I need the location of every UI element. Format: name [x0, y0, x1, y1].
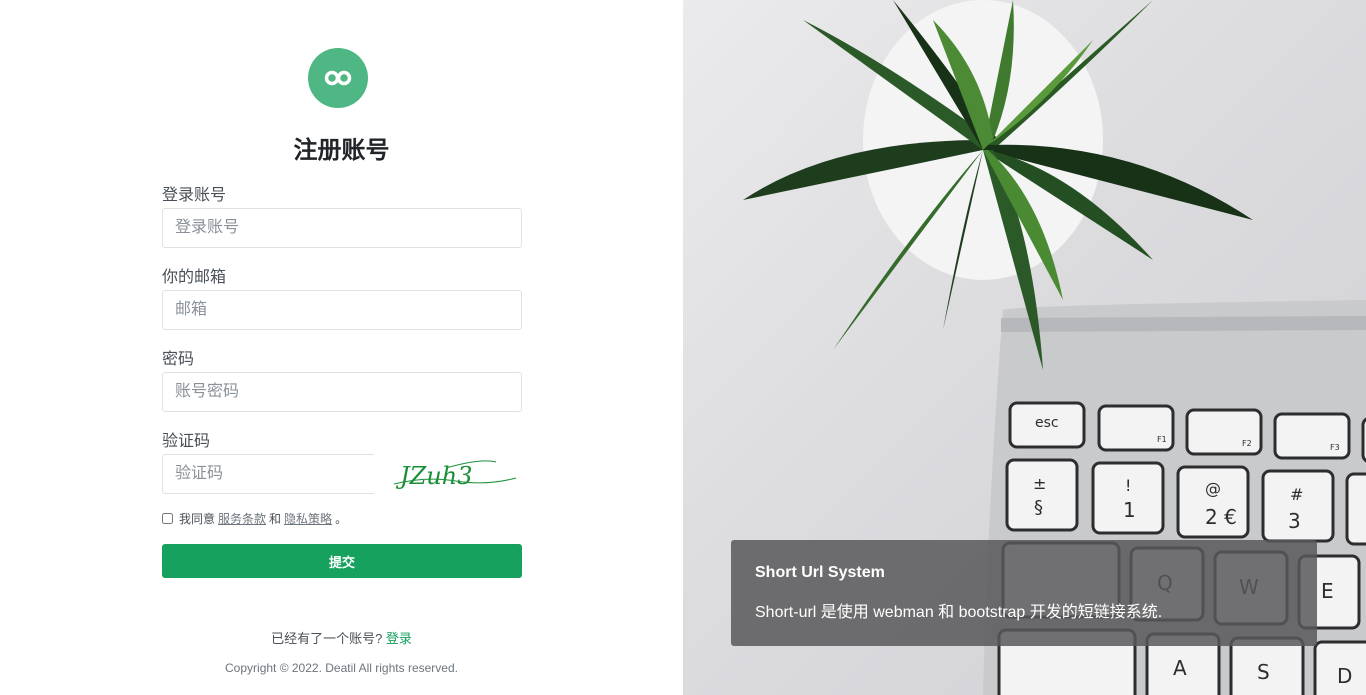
- info-card-description: Short-url 是使用 webman 和 bootstrap 开发的短链接系…: [755, 604, 1163, 621]
- svg-text:§: §: [1034, 497, 1043, 518]
- register-panel: 注册账号 登录账号 你的邮箱 密码 验证码 JZuh3: [0, 0, 683, 695]
- agree-prefix: 我同意: [179, 511, 216, 526]
- copyright: Copyright © 2022. Deatil All rights rese…: [225, 661, 458, 675]
- svg-text:±: ±: [1033, 474, 1046, 493]
- agree-row: 我同意 服务条款 和 隐私策略 。: [162, 510, 522, 526]
- username-input[interactable]: [162, 208, 522, 248]
- register-form: 登录账号 你的邮箱 密码 验证码 JZuh3 我同意 服务: [162, 186, 522, 526]
- infinity-logo-icon: [308, 48, 368, 108]
- captcha-input[interactable]: [162, 454, 374, 494]
- svg-text:D: D: [1337, 664, 1352, 688]
- svg-text:esc: esc: [1035, 415, 1059, 431]
- svg-text:1: 1: [1123, 498, 1136, 522]
- svg-text:E: E: [1321, 579, 1334, 603]
- page-title: 注册账号: [293, 137, 390, 164]
- svg-text:F3: F3: [1330, 443, 1340, 452]
- login-link[interactable]: 登录: [386, 631, 412, 646]
- info-card: Short Url System Short-url 是使用 webman 和 …: [731, 540, 1317, 646]
- svg-text:2 €: 2 €: [1205, 505, 1237, 529]
- username-label: 登录账号: [162, 187, 227, 204]
- svg-text:#: #: [1290, 485, 1303, 504]
- terms-link[interactable]: 服务条款: [218, 510, 266, 527]
- email-field: 你的邮箱: [162, 268, 522, 330]
- password-label: 密码: [162, 351, 195, 368]
- svg-text:A: A: [1173, 656, 1187, 680]
- login-prompt-text: 已经有了一个账号?: [271, 631, 383, 646]
- captcha-image[interactable]: JZuh3: [386, 454, 522, 494]
- info-card-title: Short Url System: [755, 564, 885, 581]
- submit-button[interactable]: 提交: [162, 544, 522, 578]
- agree-and: 和: [269, 511, 282, 526]
- password-input[interactable]: [162, 372, 522, 412]
- agree-suffix: 。: [335, 511, 348, 526]
- svg-text:F2: F2: [1242, 439, 1252, 448]
- username-field: 登录账号: [162, 186, 522, 248]
- captcha-field: 验证码 JZuh3: [162, 432, 522, 494]
- svg-text:F1: F1: [1157, 435, 1167, 444]
- svg-text:3: 3: [1288, 509, 1301, 533]
- hero-image-panel: esc F1 F2 F3 ± § ! 1 @ 2 € # 3 Q W E A S…: [683, 0, 1366, 695]
- email-label: 你的邮箱: [162, 269, 227, 286]
- svg-text:!: !: [1125, 476, 1131, 495]
- svg-text:S: S: [1257, 660, 1270, 684]
- email-input[interactable]: [162, 290, 522, 330]
- password-field: 密码: [162, 350, 522, 412]
- agree-checkbox[interactable]: [162, 512, 173, 524]
- svg-text:@: @: [1205, 479, 1221, 498]
- captcha-label: 验证码: [162, 433, 211, 450]
- login-prompt: 已经有了一个账号? 登录: [0, 628, 683, 647]
- captcha-row: JZuh3: [162, 454, 522, 494]
- privacy-link[interactable]: 隐私策略: [284, 510, 332, 527]
- captcha-text: JZuh3: [395, 462, 472, 490]
